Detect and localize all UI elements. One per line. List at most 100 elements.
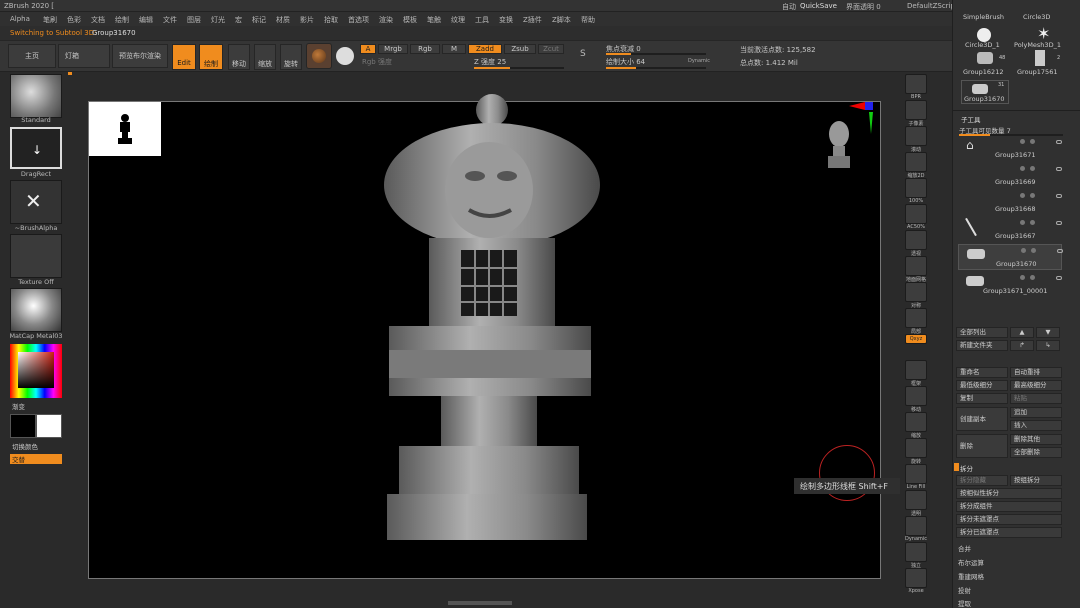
move-up-button[interactable]: ▲ (1010, 327, 1034, 338)
project-header[interactable]: 投射 (958, 585, 971, 595)
menu-item[interactable]: 文件 (163, 15, 177, 25)
axis-gizmo-icon[interactable] (849, 102, 879, 136)
menu-item[interactable]: Z插件 (523, 15, 542, 25)
material-thumbnail[interactable] (10, 288, 62, 332)
polypaint-dot[interactable] (1030, 220, 1035, 225)
eye-icon[interactable] (1056, 276, 1062, 280)
delete-other-button[interactable]: 删除其他 (1010, 434, 1062, 445)
right-shelf-button[interactable] (905, 568, 927, 588)
m-toggle[interactable]: M (442, 44, 466, 54)
auto-reorder-button[interactable]: 自动重排 (1010, 367, 1062, 378)
polypaint-dot[interactable] (1030, 275, 1035, 280)
delete-all-button[interactable]: 全部删除 (1010, 447, 1062, 458)
polypaint-dot[interactable] (1030, 166, 1035, 171)
menu-item[interactable]: 宏 (235, 15, 242, 25)
menu-item[interactable]: 模板 (403, 15, 417, 25)
menu-item[interactable]: 首选项 (348, 15, 369, 25)
boolean-header[interactable]: 布尔运算 (958, 557, 984, 567)
primary-color-swatch[interactable] (10, 414, 36, 438)
list-all-button[interactable]: 全部列出 (956, 327, 1008, 338)
append-button[interactable]: 追加 (1010, 407, 1062, 418)
switch-color-label[interactable]: 切换颜色 (12, 441, 38, 451)
right-shelf-button[interactable] (905, 490, 927, 510)
right-shelf-button[interactable] (905, 282, 927, 302)
right-shelf-button[interactable] (905, 542, 927, 562)
subtool-row[interactable]: Group31668 (958, 190, 1062, 216)
lowest-res-button[interactable]: 最低级细分 (956, 380, 1008, 391)
eye-icon[interactable] (1057, 249, 1063, 253)
texture-thumbnail[interactable] (10, 234, 62, 278)
preview-render-button[interactable]: 预览布尔渲染 (112, 44, 168, 68)
zcut-toggle[interactable]: Zcut (538, 44, 564, 54)
split-to-parts-button[interactable]: 拆分成组件 (956, 501, 1062, 512)
right-shelf-button[interactable] (905, 308, 927, 328)
create-copy-button[interactable]: 创建副本 (956, 407, 1008, 431)
group16212-icon[interactable] (977, 52, 993, 64)
menu-item[interactable]: 灯光 (211, 15, 225, 25)
draw-button[interactable]: 绘制 (199, 44, 223, 70)
split-masked-button[interactable]: 拆分已遮罩点 (956, 527, 1062, 538)
navigator-thumbnail[interactable] (89, 102, 161, 156)
quicksave-button[interactable]: QuickSave (800, 2, 837, 10)
right-shelf-button[interactable] (905, 412, 927, 432)
brush-item-circle3d-1[interactable]: Circle3D_1 (965, 41, 1000, 49)
right-shelf-button[interactable] (905, 516, 927, 536)
subtool-row[interactable]: ⌂ Group31671 (958, 136, 1062, 162)
polypaint-dot[interactable] (1030, 193, 1035, 198)
menu-item[interactable]: 影片 (300, 15, 314, 25)
right-shelf-button[interactable] (905, 438, 927, 458)
brush-item-polymesh3d-1[interactable]: PolyMesh3D_1 (1014, 41, 1061, 49)
split-header[interactable]: 拆分 (960, 463, 973, 473)
eye-icon[interactable] (1056, 167, 1062, 171)
secondary-color-swatch[interactable] (36, 414, 62, 438)
brush-item-group16212[interactable]: Group16212 (963, 68, 1003, 76)
menu-item[interactable]: 笔触 (427, 15, 441, 25)
menu-item[interactable]: 文档 (91, 15, 105, 25)
subtool-row[interactable]: Group31669 (958, 163, 1062, 189)
color-picker[interactable] (10, 344, 62, 398)
menu-item[interactable]: 材质 (276, 15, 290, 25)
brush-item-simplebrush[interactable]: SimpleBrush (963, 13, 1004, 21)
brush-item-group17561[interactable]: Group17561 (1017, 68, 1057, 76)
brush-thumbnail[interactable] (10, 74, 62, 118)
menu-item[interactable]: Alpha (10, 15, 30, 23)
highest-res-button[interactable]: 最高级细分 (1010, 380, 1062, 391)
extract-header[interactable]: 提取 (958, 598, 971, 608)
menu-item[interactable]: 拾取 (324, 15, 338, 25)
right-shelf-button[interactable] (905, 74, 927, 94)
lantern-model[interactable] (369, 90, 619, 550)
return-arrow-button[interactable]: ↳ (1036, 340, 1060, 351)
menu-item[interactable]: 帮助 (581, 15, 595, 25)
circle3d-1-icon[interactable] (977, 28, 991, 42)
interface-transparency-slider[interactable]: 界面透明 0 (846, 2, 881, 12)
visibility-dot[interactable] (1020, 275, 1025, 280)
zadd-toggle[interactable]: Zadd (468, 44, 502, 54)
right-shelf-button[interactable] (905, 126, 927, 146)
polypaint-dot[interactable] (1030, 139, 1035, 144)
menu-item[interactable]: 笔刷 (43, 15, 57, 25)
remesh-header[interactable]: 重建网格 (958, 571, 984, 581)
split-hidden-button[interactable]: 拆分隐藏 (956, 475, 1008, 486)
eye-icon[interactable] (1056, 194, 1062, 198)
menu-item[interactable]: 标记 (252, 15, 266, 25)
right-shelf-button[interactable] (905, 230, 927, 250)
eye-icon[interactable] (1056, 140, 1062, 144)
visibility-dot[interactable] (1020, 166, 1025, 171)
group17561-icon[interactable] (1035, 50, 1045, 66)
viewport-canvas[interactable] (88, 94, 881, 579)
mrgb-toggle[interactable]: Mrgb (378, 44, 408, 54)
draw-size-track[interactable] (606, 67, 706, 69)
draw-size-slider[interactable]: 绘制大小 64 (606, 57, 645, 67)
eye-icon[interactable] (1056, 221, 1062, 225)
right-shelf-button[interactable] (905, 204, 927, 224)
duplicate-button[interactable]: 复制 (956, 393, 1008, 404)
right-shelf-button[interactable] (905, 152, 927, 172)
redo-arrow-button[interactable]: ↱ (1010, 340, 1034, 351)
right-shelf-button[interactable] (905, 256, 927, 276)
default-zscript[interactable]: DefaultZScript (907, 2, 958, 10)
split-unmasked-button[interactable]: 拆分未遮罩点 (956, 514, 1062, 525)
right-shelf-button[interactable] (905, 464, 927, 484)
right-shelf-button[interactable] (905, 100, 927, 120)
a-toggle[interactable]: A (360, 44, 376, 54)
subtool-header[interactable]: 子工具 (961, 114, 981, 124)
